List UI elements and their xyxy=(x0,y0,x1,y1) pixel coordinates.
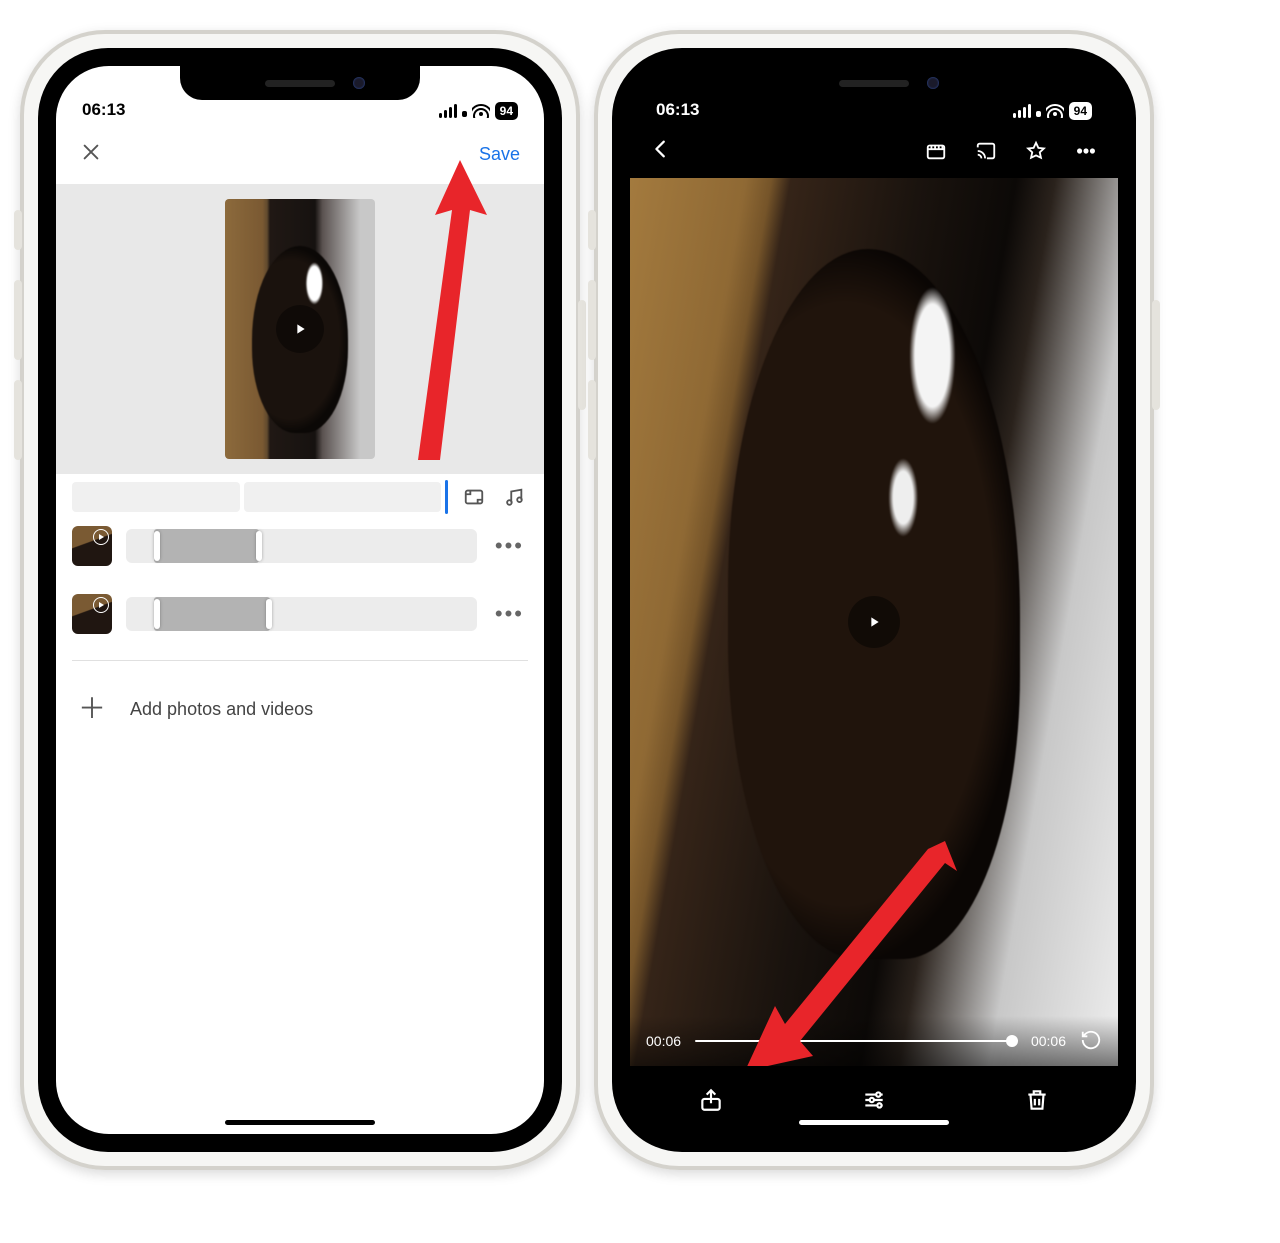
notch xyxy=(180,66,420,100)
play-icon xyxy=(93,529,109,545)
clip-row-2: ••• xyxy=(56,588,544,640)
aspect-ratio-button[interactable] xyxy=(460,483,488,511)
clip-2-more-button[interactable]: ••• xyxy=(491,601,528,627)
timeline-toolbar xyxy=(56,474,544,520)
status-indicators: 94 xyxy=(439,102,518,120)
clip-1-trim-end[interactable] xyxy=(256,531,262,561)
status-indicators: 94 xyxy=(1013,102,1092,120)
progress-total: 00:06 xyxy=(1031,1033,1066,1049)
plus-icon: ＋ xyxy=(78,695,106,723)
play-button[interactable] xyxy=(848,596,900,648)
clip-1-thumbnail[interactable] xyxy=(72,526,112,566)
section-divider xyxy=(72,660,528,661)
delete-button[interactable] xyxy=(1020,1083,1054,1117)
home-indicator[interactable] xyxy=(799,1120,949,1125)
edit-button[interactable] xyxy=(857,1083,891,1117)
share-button[interactable] xyxy=(694,1083,728,1117)
favorite-button[interactable] xyxy=(1024,139,1048,163)
clip-1-trim-track[interactable] xyxy=(126,529,477,563)
progress-thumb[interactable] xyxy=(1006,1035,1018,1047)
progress-track[interactable] xyxy=(695,1040,1017,1042)
media-viewport[interactable]: 00:06 00:06 xyxy=(630,178,1118,1066)
clip-1-more-button[interactable]: ••• xyxy=(491,533,528,559)
movie-button[interactable] xyxy=(924,139,948,163)
more-button[interactable] xyxy=(1074,139,1098,163)
wifi-icon xyxy=(472,104,490,118)
music-button[interactable] xyxy=(500,483,528,511)
play-button[interactable] xyxy=(276,305,324,353)
play-icon xyxy=(93,597,109,613)
clip-row-1: ••• xyxy=(56,520,544,572)
save-button[interactable]: Save xyxy=(471,136,528,173)
playhead[interactable] xyxy=(445,480,448,514)
clip-2-thumbnail[interactable] xyxy=(72,594,112,634)
add-media-label: Add photos and videos xyxy=(130,699,313,720)
clip-2-trim-end[interactable] xyxy=(266,599,272,629)
progress-current: 00:06 xyxy=(646,1033,681,1049)
status-time: 06:13 xyxy=(656,100,699,120)
editor-topbar: Save xyxy=(56,124,544,184)
battery-badge: 94 xyxy=(495,102,518,120)
battery-badge: 94 xyxy=(1069,102,1092,120)
left-phone-mock: 06:13 94 Save xyxy=(20,30,580,1170)
wifi-icon xyxy=(1046,104,1064,118)
clip-1-trim-start[interactable] xyxy=(154,531,160,561)
add-media-row[interactable]: ＋ Add photos and videos xyxy=(56,681,544,737)
cellular-icon xyxy=(439,104,467,118)
cast-button[interactable] xyxy=(974,139,998,163)
clip-2-trim-track[interactable] xyxy=(126,597,477,631)
back-button[interactable] xyxy=(640,130,682,173)
cellular-icon xyxy=(1013,104,1041,118)
viewer-topbar xyxy=(630,124,1118,178)
status-time: 06:13 xyxy=(82,100,125,120)
master-timeline[interactable] xyxy=(72,482,448,512)
video-preview[interactable] xyxy=(56,184,544,474)
home-indicator[interactable] xyxy=(225,1120,375,1125)
clip-2-trim-start[interactable] xyxy=(154,599,160,629)
progress-bar: 00:06 00:06 xyxy=(630,1016,1118,1066)
loop-button[interactable] xyxy=(1080,1029,1102,1054)
right-phone-mock: 06:13 94 xyxy=(594,30,1154,1170)
close-button[interactable] xyxy=(72,131,110,178)
notch xyxy=(754,66,994,100)
